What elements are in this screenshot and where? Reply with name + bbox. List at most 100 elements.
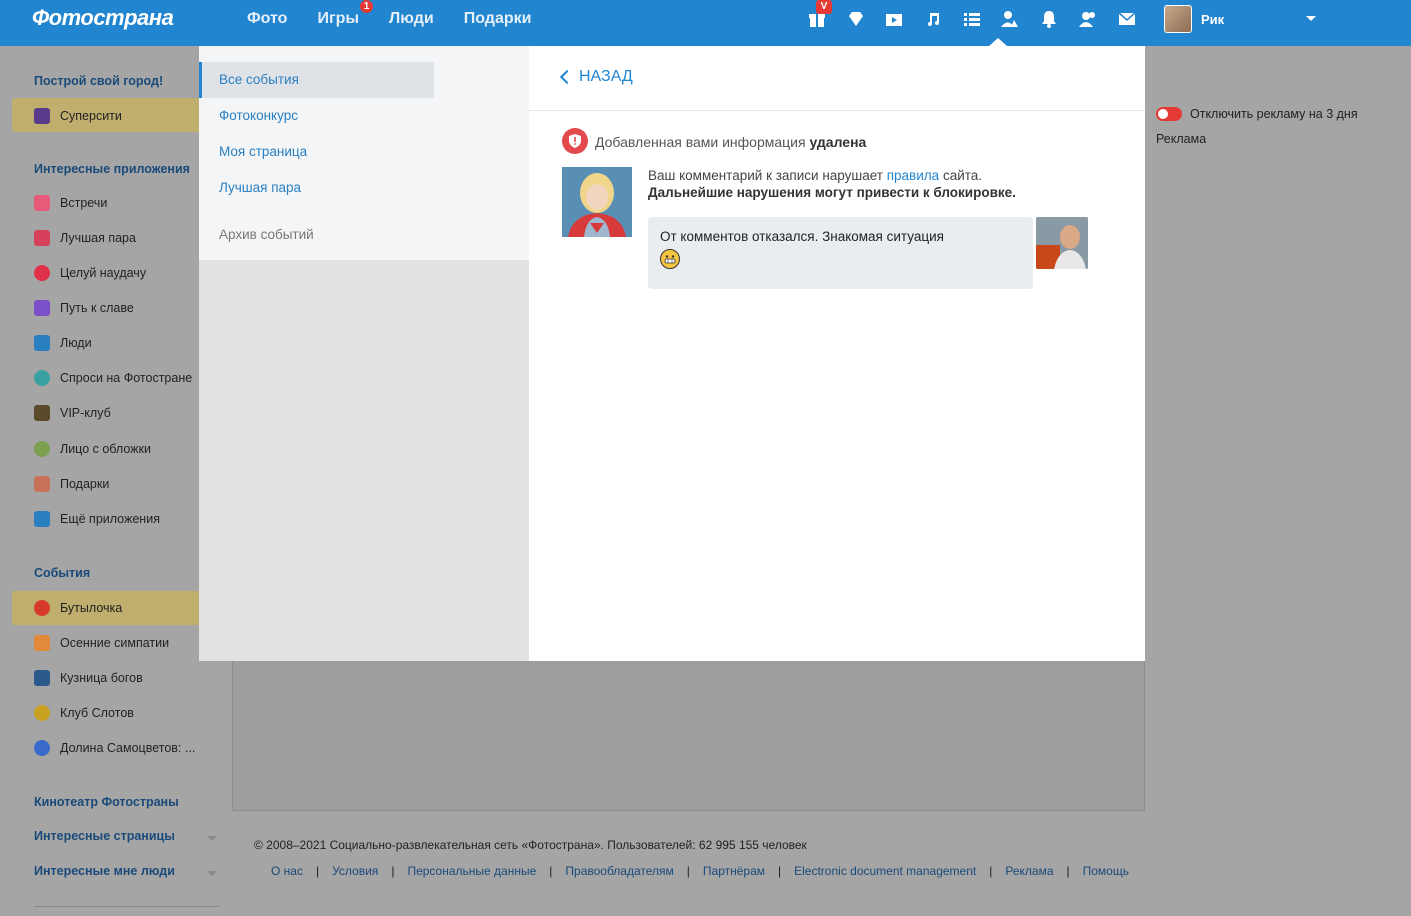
- back-label: НАЗАД: [579, 68, 633, 85]
- nav-gifts[interactable]: Подарки: [464, 0, 532, 46]
- events-menu-list: Все события Фотоконкурс Моя страница Луч…: [199, 46, 529, 260]
- sidebar-app-meetings[interactable]: Встречи: [34, 195, 107, 211]
- nav-photo[interactable]: Фото: [247, 0, 287, 46]
- sidebar-heading-pages[interactable]: Интересные страницы: [34, 829, 175, 843]
- sidebar-app-more[interactable]: Ещё приложения: [34, 511, 160, 527]
- user-avatar[interactable]: [1164, 5, 1192, 33]
- site-logo[interactable]: Фотострана: [32, 5, 174, 31]
- user-name[interactable]: Рик: [1201, 12, 1224, 27]
- vip-badge: V: [816, 0, 832, 14]
- sidebar-item-label: Суперсити: [60, 109, 122, 123]
- msg1-text: Ваш комментарий к записи нарушает: [648, 168, 883, 183]
- footer-separator: |: [549, 864, 553, 878]
- shield-icon: [562, 128, 588, 154]
- footer-separator: |: [989, 864, 993, 878]
- supercity-icon: [34, 108, 50, 124]
- nav-games[interactable]: Игры 1: [317, 0, 374, 46]
- sidebar-event-valley[interactable]: Долина Самоцветов: ...: [34, 740, 195, 756]
- post-photo-thumbnail[interactable]: [1036, 217, 1088, 269]
- mail-icon[interactable]: [1116, 8, 1138, 30]
- games-badge: 1: [360, 0, 374, 13]
- footer-copyright: © 2008–2021 Социально-развлекательная се…: [254, 838, 807, 852]
- sidebar-item-label: Целуй наудачу: [60, 266, 147, 280]
- sidebar-event-slots[interactable]: Клуб Слотов: [34, 705, 134, 721]
- ad-off-label[interactable]: Отключить рекламу на 3 дня: [1190, 107, 1358, 121]
- gem-icon: [34, 740, 50, 756]
- footer-separator: |: [686, 864, 690, 878]
- footer-link-personal-data[interactable]: Персональные данные: [407, 864, 536, 878]
- events-popup-menu: Все события Фотоконкурс Моя страница Луч…: [199, 46, 529, 661]
- sidebar-item-label: Осенние симпатии: [60, 636, 170, 650]
- sidebar-heading-apps[interactable]: Интересные приложения: [34, 162, 190, 176]
- medal-icon: [34, 441, 50, 457]
- sidebar-heading-events[interactable]: События: [34, 566, 90, 580]
- bell-icon[interactable]: [1038, 8, 1060, 30]
- chevron-left-icon: [559, 69, 575, 85]
- ad-off-toggle[interactable]: [1156, 107, 1182, 121]
- nav-pointer: [989, 38, 1007, 46]
- main-content-panel: [232, 661, 1145, 811]
- sidebar-app-kiss[interactable]: Целуй наудачу: [34, 265, 146, 281]
- sidebar-event-forge[interactable]: Кузница богов: [34, 670, 143, 686]
- top-bar: Фотострана Фото Игры 1 Люди Подарки V Рик: [0, 0, 1411, 46]
- menu-item-my-page[interactable]: Моя страница: [199, 134, 434, 170]
- music-icon[interactable]: [922, 8, 944, 30]
- sidebar-event-autumn[interactable]: Осенние симпатии: [34, 635, 169, 651]
- sidebar-app-vip[interactable]: VIP-клуб: [34, 405, 111, 421]
- footer-separator: |: [1066, 864, 1070, 878]
- ask-icon: [34, 370, 50, 386]
- blocking-warning: Дальнейшие нарушения могут привести к бл…: [648, 185, 1016, 200]
- person-alert-icon[interactable]: [999, 8, 1021, 30]
- footer-link-help[interactable]: Помощь: [1083, 864, 1129, 878]
- friends-icon[interactable]: [1077, 8, 1099, 30]
- menu-item-all-events[interactable]: Все события: [199, 62, 434, 98]
- sidebar-event-bottle[interactable]: Бутылочка: [34, 600, 122, 616]
- diamond-icon[interactable]: [845, 8, 867, 30]
- removal-notice: Добавленная вами информация удалена: [595, 134, 866, 150]
- rules-link[interactable]: правила: [887, 168, 939, 183]
- people-chevron-down-icon[interactable]: [207, 871, 217, 876]
- menu-item-archive[interactable]: Архив событий: [199, 217, 434, 253]
- bottle-icon: [34, 600, 50, 616]
- kiss-icon: [34, 265, 50, 281]
- pages-chevron-down-icon[interactable]: [207, 836, 217, 841]
- sidebar-app-gifts[interactable]: Подарки: [34, 476, 109, 492]
- sidebar-item-label: Люди: [60, 336, 92, 350]
- gamepad-icon: [34, 511, 50, 527]
- moderator-avatar: [562, 167, 632, 237]
- nav-games-label: Игры: [317, 10, 360, 27]
- header-divider: [529, 110, 1145, 111]
- sidebar-app-cover-face[interactable]: Лицо с обложки: [34, 441, 151, 457]
- footer-separator: |: [778, 864, 782, 878]
- sidebar-item-label: Кузница богов: [60, 671, 143, 685]
- search-icon: [34, 335, 50, 351]
- sidebar-heading-cinema[interactable]: Кинотеатр Фотостраны: [34, 795, 179, 809]
- notice-bold: удалена: [809, 134, 867, 150]
- list-icon[interactable]: [961, 8, 983, 30]
- sidebar-app-ask[interactable]: Спроси на Фотостране: [34, 370, 192, 386]
- nav-people[interactable]: Люди: [389, 0, 434, 46]
- sidebar-app-path-to-fame[interactable]: Путь к славе: [34, 300, 134, 316]
- sidebar-item-label: Долина Самоцветов: ...: [60, 741, 196, 755]
- back-button[interactable]: НАЗАД: [559, 68, 633, 86]
- gift-icon[interactable]: V: [806, 0, 832, 30]
- user-menu-chevron-down-icon[interactable]: [1306, 16, 1316, 21]
- sidebar-item-supercity[interactable]: Суперсити: [34, 108, 122, 124]
- sidebar-app-people[interactable]: Люди: [34, 335, 92, 351]
- menu-item-photo-contest[interactable]: Фотоконкурс: [199, 98, 434, 134]
- menu-item-best-pair[interactable]: Лучшая пара: [199, 170, 434, 206]
- sidebar-heading-people[interactable]: Интересные мне люди: [34, 864, 175, 878]
- footer-link-rights-holders[interactable]: Правообладателям: [565, 864, 673, 878]
- footer-link-partners[interactable]: Партнёрам: [703, 864, 765, 878]
- best-pair-icon: [34, 230, 50, 246]
- sidebar-item-label: Путь к славе: [60, 301, 134, 315]
- footer-link-about[interactable]: О нас: [271, 864, 303, 878]
- sidebar-app-best-pair[interactable]: Лучшая пара: [34, 230, 136, 246]
- footer-link-ads[interactable]: Реклама: [1005, 864, 1053, 878]
- sidebar-item-label: Встречи: [60, 196, 108, 210]
- footer-link-edm[interactable]: Electronic document management: [794, 864, 976, 878]
- video-icon[interactable]: [883, 8, 905, 30]
- sidebar-heading-city[interactable]: Построй свой город!: [34, 74, 163, 88]
- footer-link-terms[interactable]: Условия: [332, 864, 378, 878]
- sidebar-item-label: Подарки: [60, 477, 110, 491]
